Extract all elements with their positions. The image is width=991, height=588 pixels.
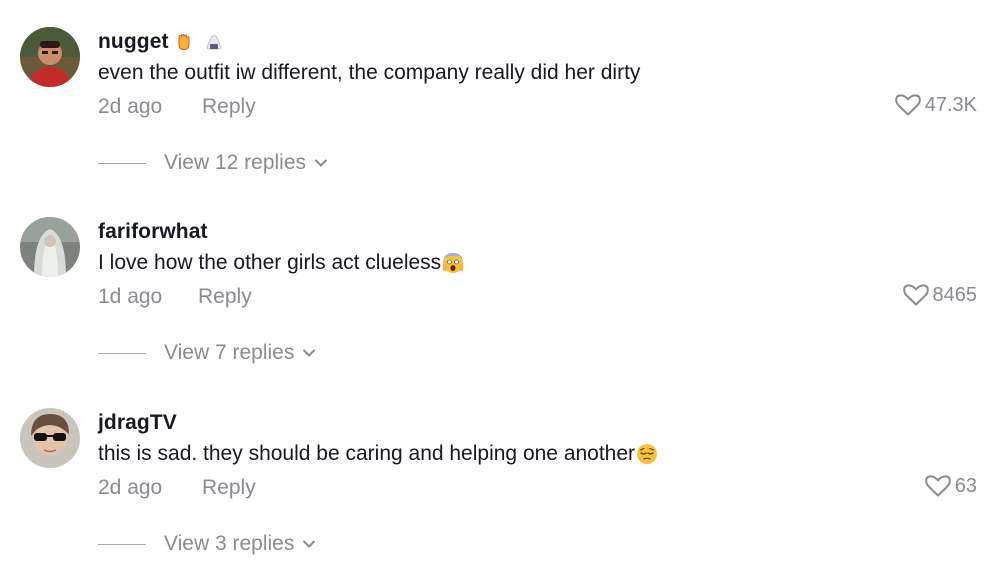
- comment-item: jdragTV this is sad. they should be cari…: [0, 408, 991, 588]
- chevron-down-icon: [303, 349, 316, 357]
- avatar[interactable]: [20, 27, 80, 87]
- divider: [98, 352, 146, 354]
- reply-button[interactable]: Reply: [198, 285, 252, 309]
- like-count: 47.3K: [924, 93, 977, 116]
- comment-text: I love how the other girls act clueless: [98, 251, 464, 275]
- view-replies-label: View 12 replies: [164, 151, 307, 174]
- divider: [98, 162, 146, 164]
- view-replies-label: View 7 replies: [164, 341, 295, 364]
- view-replies-button[interactable]: View 7 replies: [98, 341, 316, 365]
- comment-item: fariforwhat I love how the other girls a…: [0, 217, 991, 397]
- comment-text: even the outfit iw different, the compan…: [98, 61, 641, 84]
- like-button[interactable]: 8465: [902, 283, 978, 307]
- like-button[interactable]: 47.3K: [894, 93, 977, 117]
- like-button[interactable]: 63: [924, 474, 977, 498]
- person-red-shirt-avatar: [20, 27, 80, 87]
- timestamp: 2d ago: [98, 476, 163, 499]
- chevron-down-icon: [303, 540, 316, 548]
- heart-icon: [924, 475, 951, 497]
- heart-icon: [894, 94, 921, 116]
- avatar[interactable]: [20, 217, 80, 277]
- heart-icon: [902, 284, 929, 306]
- timestamp: 2d ago: [98, 95, 163, 118]
- reply-button[interactable]: Reply: [202, 95, 256, 119]
- raised-hand-emoji-icon: [178, 33, 190, 51]
- view-replies-button[interactable]: View 12 replies: [98, 151, 328, 175]
- chevron-down-icon: [315, 159, 328, 167]
- view-replies-label: View 3 replies: [164, 532, 295, 555]
- reply-button[interactable]: Reply: [202, 476, 256, 500]
- person-sunglasses-avatar: [20, 408, 80, 468]
- username[interactable]: fariforwhat: [98, 220, 208, 244]
- avatar[interactable]: [20, 408, 80, 468]
- view-replies-button[interactable]: View 3 replies: [98, 532, 316, 556]
- white-hair-figure-avatar: [20, 217, 80, 277]
- like-count: 8465: [932, 283, 978, 306]
- pensive-face-emoji-icon: [637, 444, 658, 464]
- comment-item: nugget even the outfit iw different, the…: [0, 27, 991, 207]
- onigiri-emoji-icon: [206, 34, 221, 50]
- comment-text: this is sad. they should be caring and h…: [98, 442, 658, 466]
- divider: [98, 543, 146, 545]
- username[interactable]: jdragTV: [98, 411, 177, 435]
- like-count: 63: [954, 474, 977, 497]
- username[interactable]: nugget: [98, 30, 169, 54]
- screaming-face-emoji-icon: [443, 253, 464, 273]
- timestamp: 1d ago: [98, 285, 163, 308]
